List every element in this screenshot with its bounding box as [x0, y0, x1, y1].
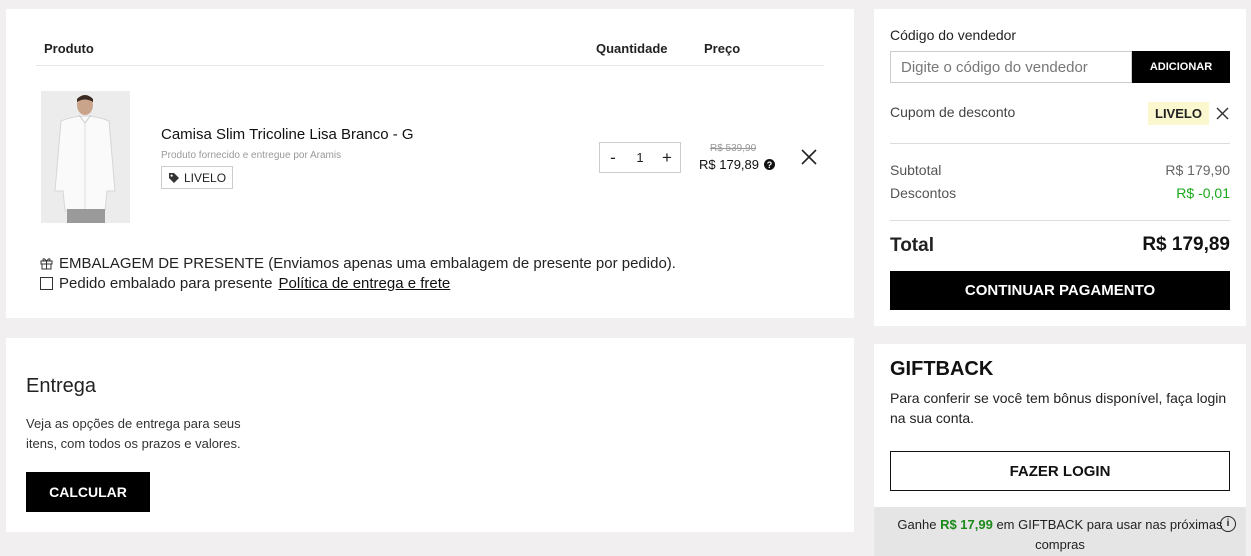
subtotal-label: Subtotal	[890, 162, 942, 178]
column-header-price: Preço	[704, 41, 741, 56]
total-label: Total	[890, 235, 934, 256]
quantity-value[interactable]: 1	[636, 150, 643, 165]
delivery-policy-link[interactable]: Política de entrega e frete	[279, 275, 451, 292]
current-price: R$ 179,89 ?	[699, 157, 775, 172]
cart-panel: Produto Quantidade Preço Camisa Slim Tri…	[6, 9, 854, 318]
gift-icon	[40, 258, 53, 270]
info-icon[interactable]: i	[1220, 516, 1236, 532]
gift-wrap-title: EMBALAGEM DE PRESENTE (Enviamos apenas u…	[59, 255, 676, 272]
coupon-tag: LIVELO	[161, 166, 234, 189]
total-value: R$ 179,89	[1142, 234, 1230, 255]
quantity-stepper: - 1 +	[599, 142, 681, 173]
add-seller-code-button[interactable]: ADICIONAR	[1132, 51, 1230, 83]
summary-divider	[890, 143, 1230, 144]
remove-item-icon[interactable]	[800, 148, 818, 166]
original-price: R$ 539,90	[710, 143, 757, 154]
giftback-panel: GIFTBACK Para conferir se você tem bônus…	[874, 344, 1246, 556]
product-image[interactable]	[41, 91, 130, 223]
order-summary-panel: Código do vendedor ADICIONAR Cupom de de…	[874, 9, 1246, 326]
discount-value: R$ -0,01	[1176, 185, 1230, 201]
summary-divider	[890, 220, 1230, 221]
column-header-product: Produto	[44, 41, 94, 56]
gift-wrap-option: Pedido embalado para presente Política d…	[40, 275, 450, 292]
remove-coupon-icon[interactable]	[1216, 107, 1229, 120]
coupon-label: Cupom de desconto	[890, 104, 1016, 120]
decrease-quantity-button[interactable]: -	[606, 148, 620, 168]
gift-wrap-checkbox[interactable]	[40, 277, 53, 290]
subtotal-value: R$ 179,90	[1165, 162, 1230, 178]
delivery-description: Veja as opções de entrega para seus iten…	[26, 416, 241, 451]
continue-payment-button[interactable]: CONTINUAR PAGAMENTO	[890, 271, 1230, 310]
login-button[interactable]: FAZER LOGIN	[890, 451, 1230, 491]
product-seller-note: Produto fornecido e entregue por Aramis	[161, 150, 342, 161]
giftback-footer-suffix: em GIFTBACK para usar nas próximas compr…	[992, 517, 1223, 552]
coupon-tag-label: LIVELO	[184, 170, 227, 185]
delivery-panel: Entrega Veja as opções de entrega para s…	[6, 338, 854, 532]
increase-quantity-button[interactable]: +	[660, 148, 674, 168]
gift-wrap-info: EMBALAGEM DE PRESENTE (Enviamos apenas u…	[40, 255, 676, 272]
calculate-shipping-button[interactable]: CALCULAR	[26, 472, 150, 512]
product-name[interactable]: Camisa Slim Tricoline Lisa Branco - G	[161, 126, 414, 143]
giftback-footer: Ganhe R$ 17,99 em GIFTBACK para usar nas…	[874, 507, 1246, 556]
giftback-footer-prefix: Ganhe	[897, 517, 941, 532]
tag-icon	[169, 172, 179, 183]
applied-coupon-badge: LIVELO	[1148, 102, 1209, 125]
header-divider	[36, 65, 824, 66]
column-header-quantity: Quantidade	[596, 41, 668, 56]
help-icon[interactable]: ?	[764, 159, 775, 170]
current-price-value: R$ 179,89	[699, 157, 759, 172]
seller-code-label: Código do vendedor	[890, 27, 1017, 43]
seller-code-input[interactable]	[890, 51, 1132, 83]
discount-label: Descontos	[890, 185, 957, 201]
giftback-amount: R$ 17,99	[940, 517, 993, 532]
gift-wrap-checkbox-label[interactable]: Pedido embalado para presente	[59, 275, 273, 292]
giftback-description: Para conferir se você tem bônus disponív…	[890, 390, 1227, 426]
delivery-title: Entrega	[26, 375, 97, 397]
giftback-title: GIFTBACK	[890, 358, 994, 380]
